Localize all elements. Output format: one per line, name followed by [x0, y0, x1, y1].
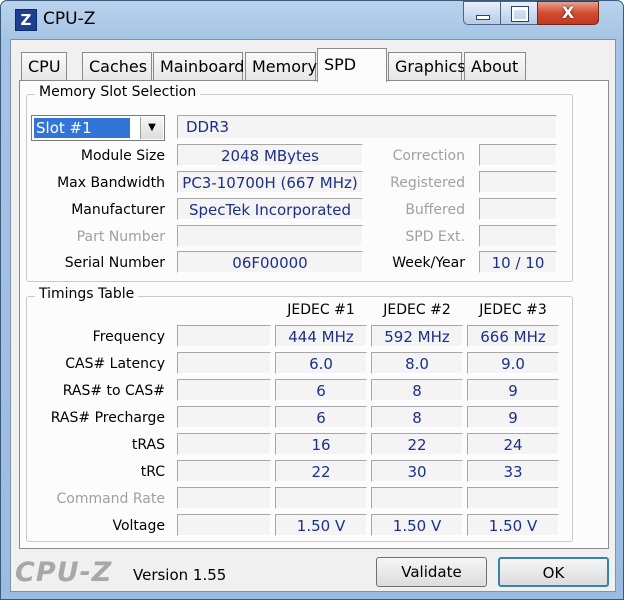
timing-value-cell: 9	[467, 379, 559, 401]
timing-value-cell	[467, 487, 559, 509]
timing-row-label: tRAS	[131, 437, 165, 453]
timing-blank-cell	[177, 325, 271, 347]
close-button[interactable]: X	[537, 1, 599, 25]
maximize-icon	[512, 7, 528, 21]
validate-button[interactable]: Validate	[376, 557, 487, 587]
slot-select[interactable]: Slot #1 ▼	[31, 115, 165, 141]
timing-row-label: tRC	[140, 464, 165, 480]
timing-value-cell: 592 MHz	[371, 325, 463, 347]
cpuz-brand-logo: CPU-Z	[15, 557, 113, 588]
timing-blank-cell	[177, 379, 271, 401]
timing-value-cell: 6	[275, 406, 367, 428]
timing-row-label: Command Rate	[56, 491, 165, 507]
timing-value-cell: 1.50 V	[371, 514, 463, 536]
manufacturer-label: Manufacturer	[71, 202, 165, 218]
cpuz-app-icon: Z	[15, 9, 37, 31]
timing-value-cell: 1.50 V	[467, 514, 559, 536]
registered-label: Registered	[390, 175, 465, 191]
spd-ext-field	[479, 225, 557, 247]
timing-value-cell: 22	[275, 460, 367, 482]
timing-row-label: Frequency	[92, 329, 165, 345]
memory-type-field: DDR3	[177, 115, 557, 139]
tab-graphics[interactable]: Graphics	[388, 52, 466, 80]
timing-value-cell: 6.0	[275, 352, 367, 374]
timing-value-cell: 6	[275, 379, 367, 401]
timing-value-cell	[371, 487, 463, 509]
tab-mainboard[interactable]: Mainboard	[153, 52, 244, 80]
timing-blank-cell	[177, 487, 271, 509]
cpuz-window: Z CPU-Z X CPU Caches Mainboard Memory SP…	[0, 0, 624, 600]
buffered-field	[479, 198, 557, 220]
week-year-field: 10 / 10	[479, 251, 557, 273]
timing-value-cell: 666 MHz	[467, 325, 559, 347]
tab-caches[interactable]: Caches	[82, 52, 152, 80]
maximize-button[interactable]	[500, 1, 538, 25]
timing-value-cell: 1.50 V	[275, 514, 367, 536]
close-icon: X	[561, 3, 575, 22]
timing-blank-cell	[177, 352, 271, 374]
timing-blank-cell	[177, 433, 271, 455]
timing-row-label: CAS# Latency	[65, 356, 165, 372]
tab-cpu[interactable]: CPU	[21, 52, 67, 80]
correction-label: Correction	[392, 148, 465, 164]
module-size-label: Module Size	[80, 148, 165, 164]
manufacturer-field: SpecTek Incorporated	[177, 198, 363, 220]
timing-row-label: Voltage	[112, 518, 165, 534]
ok-button[interactable]: OK	[498, 557, 609, 587]
timing-value-cell: 444 MHz	[275, 325, 367, 347]
max-bandwidth-label: Max Bandwidth	[57, 175, 165, 191]
timing-value-cell: 8	[371, 406, 463, 428]
correction-field	[479, 144, 557, 166]
timing-value-cell: 24	[467, 433, 559, 455]
serial-number-label: Serial Number	[64, 255, 165, 271]
registered-field	[479, 171, 557, 193]
max-bandwidth-field: PC3-10700H (667 MHz)	[177, 171, 363, 193]
timing-blank-cell	[177, 406, 271, 428]
slot-select-value: Slot #1	[34, 118, 130, 138]
part-number-label: Part Number	[76, 229, 165, 245]
spd-ext-label: SPD Ext.	[405, 229, 465, 245]
timing-value-cell: 33	[467, 460, 559, 482]
timing-row-label: RAS# to CAS#	[62, 383, 165, 399]
chevron-down-icon[interactable]: ▼	[140, 117, 163, 139]
timing-value-cell: 22	[371, 433, 463, 455]
week-year-label: Week/Year	[392, 255, 465, 271]
timing-column-header: JEDEC #2	[383, 302, 451, 318]
timing-column-header: JEDEC #3	[479, 302, 547, 318]
timing-column-header: JEDEC #1	[287, 302, 355, 318]
version-label: Version 1.55	[133, 566, 227, 584]
buffered-label: Buffered	[405, 202, 465, 218]
timing-row-label: RAS# Precharge	[50, 410, 165, 426]
minimize-icon	[476, 15, 490, 20]
module-size-field: 2048 MBytes	[177, 144, 363, 166]
timing-blank-cell	[177, 460, 271, 482]
title-bar[interactable]: Z CPU-Z X	[1, 1, 623, 39]
group-title: Memory Slot Selection	[35, 84, 201, 100]
window-title: CPU-Z	[43, 9, 96, 29]
timing-value-cell: 30	[371, 460, 463, 482]
part-number-field	[177, 225, 363, 247]
tab-about[interactable]: About	[464, 52, 526, 80]
timing-value-cell: 8.0	[371, 352, 463, 374]
group-title: Timings Table	[35, 286, 139, 302]
tab-memory[interactable]: Memory	[245, 52, 317, 80]
timing-value-cell: 9	[467, 406, 559, 428]
minimize-button[interactable]	[463, 1, 501, 25]
serial-number-field: 06F00000	[177, 251, 363, 273]
timing-value-cell: 8	[371, 379, 463, 401]
timing-value-cell: 16	[275, 433, 367, 455]
timing-value-cell	[275, 487, 367, 509]
timing-value-cell: 9.0	[467, 352, 559, 374]
tab-spd[interactable]: SPD	[317, 48, 387, 82]
timing-blank-cell	[177, 514, 271, 536]
